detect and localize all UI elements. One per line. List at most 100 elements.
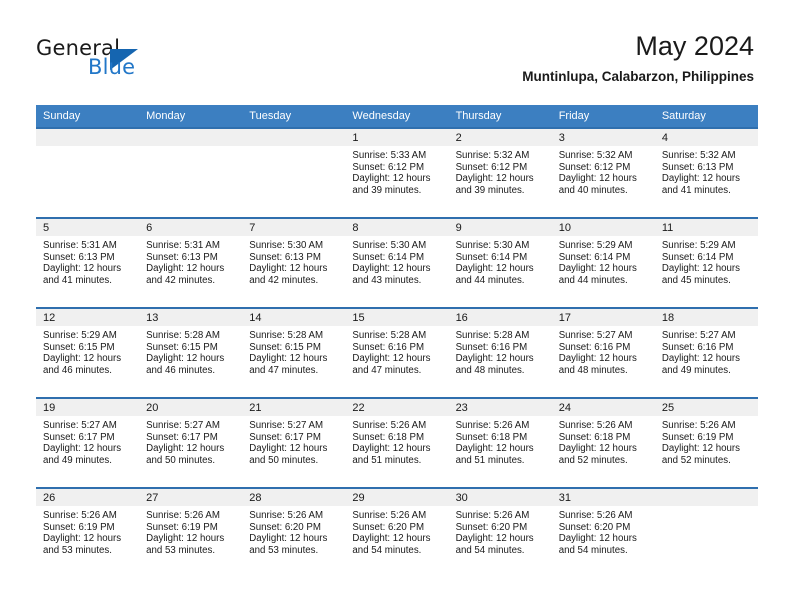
calendar-day-cell[interactable]: 8 Sunrise: 5:30 AM Sunset: 6:14 PM Daylight… (345, 217, 449, 308)
day-number: 2 (448, 129, 552, 146)
daylight-duration-line1: Daylight: 12 hours (43, 533, 122, 545)
sunrise-time: Sunrise: 5:28 AM (146, 330, 220, 341)
calendar-day-cell[interactable]: 22 Sunrise: 5:26 AM Sunset: 6:18 PM Dayligh… (345, 397, 449, 488)
day-number: 31 (551, 489, 655, 506)
daylight-duration-line2: and 48 minutes. (455, 364, 525, 376)
calendar-day-cell[interactable]: 18 Sunrise: 5:27 AM Sunset: 6:16 PM Dayligh… (654, 307, 758, 398)
calendar-week-row: 19 Sunrise: 5:27 AM Sunset: 6:17 PM Dayligh… (36, 397, 758, 488)
day-number: 17 (551, 309, 655, 326)
calendar-day-cell[interactable]: 15 Sunrise: 5:28 AM Sunset: 6:16 PM Dayligh… (345, 307, 449, 398)
daylight-duration-line1: Daylight: 12 hours (43, 443, 122, 455)
calendar-page: General Blue May 2024 Muntinlupa, Calaba… (0, 0, 792, 612)
sunrise-time: Sunrise: 5:26 AM (352, 420, 427, 431)
calendar-day-cell[interactable]: 23 Sunrise: 5:26 AM Sunset: 6:18 PM Dayligh… (448, 397, 552, 488)
daylight-duration-line1: Daylight: 12 hours (455, 533, 534, 545)
day-details: Sunrise: 5:29 AM Sunset: 6:14 PM Daylight:… (552, 236, 655, 286)
sunset-time: Sunset: 6:15 PM (249, 341, 321, 353)
day-number: 15 (345, 309, 449, 326)
calendar-day-cell[interactable]: 31 Sunrise: 5:26 AM Sunset: 6:20 PM Dayligh… (551, 487, 655, 577)
calendar-day-cell[interactable]: 14 Sunrise: 5:28 AM Sunset: 6:15 PM Dayligh… (242, 307, 346, 398)
daylight-duration-line2: and 54 minutes. (558, 544, 628, 556)
day-number: 5 (36, 219, 140, 236)
daylight-duration-line2: and 42 minutes. (249, 274, 319, 286)
logo-word-blue: Blue (88, 55, 136, 79)
day-details: Sunrise: 5:26 AM Sunset: 6:18 PM Daylight:… (552, 416, 655, 466)
daylight-duration-line1: Daylight: 12 hours (146, 443, 225, 455)
calendar-day-cell[interactable]: 12 Sunrise: 5:29 AM Sunset: 6:15 PM Dayligh… (36, 307, 140, 398)
calendar-day-cell[interactable]: 21 Sunrise: 5:27 AM Sunset: 6:17 PM Dayligh… (242, 397, 346, 488)
calendar-day-cell[interactable]: 17 Sunrise: 5:27 AM Sunset: 6:16 PM Dayligh… (551, 307, 655, 398)
day-number: 26 (36, 489, 140, 506)
sunrise-time: Sunrise: 5:27 AM (661, 330, 736, 341)
day-details: Sunrise: 5:27 AM Sunset: 6:17 PM Daylight:… (36, 416, 139, 466)
daylight-duration-line2: and 41 minutes. (661, 184, 731, 196)
calendar-day-cell[interactable]: 6 Sunrise: 5:31 AM Sunset: 6:13 PM Daylight… (139, 217, 243, 308)
day-details: Sunrise: 5:28 AM Sunset: 6:15 PM Daylight:… (139, 326, 242, 376)
day-cell-inner: 27 Sunrise: 5:26 AM Sunset: 6:19 PM Dayligh… (139, 489, 243, 577)
sunset-time: Sunset: 6:13 PM (661, 161, 734, 173)
calendar-day-cell[interactable]: 30 Sunrise: 5:26 AM Sunset: 6:20 PM Dayligh… (448, 487, 552, 577)
day-cell-inner: 7 Sunrise: 5:30 AM Sunset: 6:13 PM Daylight… (242, 219, 346, 307)
day-number: 12 (36, 309, 140, 326)
weekday-header-sunday: Sunday (36, 105, 140, 128)
day-number: 21 (242, 399, 346, 416)
calendar-day-cell[interactable]: 19 Sunrise: 5:27 AM Sunset: 6:17 PM Dayligh… (36, 397, 140, 488)
daylight-duration-line1: Daylight: 12 hours (661, 353, 740, 365)
day-details: Sunrise: 5:31 AM Sunset: 6:13 PM Daylight:… (36, 236, 139, 286)
day-cell-inner (36, 129, 140, 217)
calendar-day-cell[interactable]: 11 Sunrise: 5:29 AM Sunset: 6:14 PM Dayligh… (654, 217, 758, 308)
calendar-day-cell[interactable]: 16 Sunrise: 5:28 AM Sunset: 6:16 PM Dayligh… (448, 307, 552, 398)
daylight-duration-line1: Daylight: 12 hours (146, 533, 225, 545)
daylight-duration-line1: Daylight: 12 hours (249, 353, 328, 365)
day-cell-inner: 23 Sunrise: 5:26 AM Sunset: 6:18 PM Dayligh… (448, 399, 552, 487)
calendar-day-cell[interactable]: 9 Sunrise: 5:30 AM Sunset: 6:14 PM Daylight… (448, 217, 552, 308)
calendar-day-cell[interactable]: 13 Sunrise: 5:28 AM Sunset: 6:15 PM Dayligh… (139, 307, 243, 398)
calendar-day-cell[interactable]: 5 Sunrise: 5:31 AM Sunset: 6:13 PM Daylight… (36, 217, 140, 308)
day-details: Sunrise: 5:26 AM Sunset: 6:19 PM Daylight:… (139, 506, 242, 556)
calendar-day-cell[interactable]: 27 Sunrise: 5:26 AM Sunset: 6:19 PM Dayligh… (139, 487, 243, 577)
daylight-duration-line2: and 46 minutes. (146, 364, 216, 376)
calendar-day-cell[interactable]: 4 Sunrise: 5:32 AM Sunset: 6:13 PM Daylight… (654, 127, 758, 218)
calendar-day-cell[interactable]: 29 Sunrise: 5:26 AM Sunset: 6:20 PM Dayligh… (345, 487, 449, 577)
calendar-day-cell[interactable]: 10 Sunrise: 5:29 AM Sunset: 6:14 PM Dayligh… (551, 217, 655, 308)
day-number: 14 (242, 309, 346, 326)
calendar-day-cell[interactable]: 3 Sunrise: 5:32 AM Sunset: 6:12 PM Daylight… (551, 127, 655, 218)
day-number: 3 (551, 129, 655, 146)
day-number: 7 (242, 219, 346, 236)
day-details: Sunrise: 5:30 AM Sunset: 6:13 PM Daylight:… (242, 236, 345, 286)
day-number: 22 (345, 399, 449, 416)
daylight-duration-line2: and 47 minutes. (352, 364, 422, 376)
sunset-time: Sunset: 6:20 PM (249, 521, 321, 533)
sunrise-time: Sunrise: 5:27 AM (146, 420, 220, 431)
calendar-day-cell[interactable]: 1 Sunrise: 5:33 AM Sunset: 6:12 PM Daylight… (345, 127, 449, 218)
calendar-day-cell[interactable]: 7 Sunrise: 5:30 AM Sunset: 6:13 PM Daylight… (242, 217, 346, 308)
daylight-duration-line2: and 50 minutes. (249, 454, 319, 466)
calendar-day-cell[interactable]: 26 Sunrise: 5:26 AM Sunset: 6:19 PM Dayligh… (36, 487, 140, 577)
weekday-header-friday: Friday (551, 105, 655, 128)
day-number: 9 (448, 219, 552, 236)
sunset-time: Sunset: 6:17 PM (249, 431, 321, 443)
day-details: Sunrise: 5:28 AM Sunset: 6:16 PM Daylight:… (449, 326, 552, 376)
day-cell-inner (139, 129, 243, 217)
calendar-day-cell[interactable]: 20 Sunrise: 5:27 AM Sunset: 6:17 PM Dayligh… (139, 397, 243, 488)
calendar-day-cell[interactable]: 2 Sunrise: 5:32 AM Sunset: 6:12 PM Daylight… (448, 127, 552, 218)
calendar-day-cell[interactable]: 24 Sunrise: 5:26 AM Sunset: 6:18 PM Dayligh… (551, 397, 655, 488)
calendar-table: Sunday Monday Tuesday Wednesday Thursday… (36, 105, 758, 577)
day-cell-inner (654, 489, 758, 577)
daylight-duration-line1: Daylight: 12 hours (558, 353, 637, 365)
day-cell-inner: 1 Sunrise: 5:33 AM Sunset: 6:12 PM Daylight… (345, 129, 449, 217)
day-details: Sunrise: 5:33 AM Sunset: 6:12 PM Daylight:… (345, 146, 448, 196)
daylight-duration-line2: and 49 minutes. (43, 454, 112, 466)
calendar-day-cell[interactable]: 28 Sunrise: 5:26 AM Sunset: 6:20 PM Dayligh… (242, 487, 346, 577)
day-details: Sunrise: 5:26 AM Sunset: 6:20 PM Daylight:… (345, 506, 448, 556)
day-details: Sunrise: 5:27 AM Sunset: 6:17 PM Daylight:… (242, 416, 345, 466)
day-cell-inner: 28 Sunrise: 5:26 AM Sunset: 6:20 PM Dayligh… (242, 489, 346, 577)
daylight-duration-line2: and 39 minutes. (352, 184, 422, 196)
day-cell-inner: 16 Sunrise: 5:28 AM Sunset: 6:16 PM Dayligh… (448, 309, 552, 397)
daylight-duration-line2: and 45 minutes. (661, 274, 731, 286)
sunset-time: Sunset: 6:12 PM (455, 161, 528, 173)
day-cell-inner: 19 Sunrise: 5:27 AM Sunset: 6:17 PM Dayligh… (36, 399, 140, 487)
day-details: Sunrise: 5:26 AM Sunset: 6:20 PM Daylight:… (449, 506, 552, 556)
calendar-day-cell[interactable]: 25 Sunrise: 5:26 AM Sunset: 6:19 PM Dayligh… (654, 397, 758, 488)
sunrise-time: Sunrise: 5:30 AM (352, 240, 427, 251)
